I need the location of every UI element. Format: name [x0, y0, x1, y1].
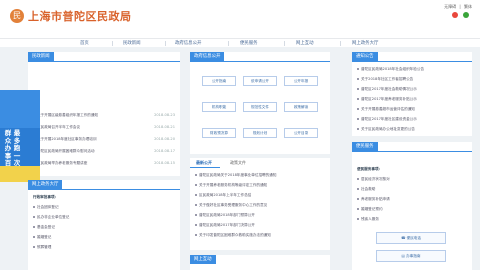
tab-policy[interactable]: 政策文件 [230, 160, 246, 166]
list-item[interactable]: 普陀区民政局2018年社会组织年检公告 [357, 66, 467, 72]
news-panel: 民政新闻 关于开展区级慈善组织年报工作的通知 2018-08-23 区民政局召开半… [28, 52, 180, 176]
latest-panel: 最新公开 政策文件 普陀区民政局关于2018年度事业单位招聘的通知 关于开展养老… [190, 158, 330, 250]
list-item[interactable]: 关于做好社区事务受理服务中心工作的意见 [195, 202, 325, 208]
online-hall-panel: 网上政务大厅 行政审批事项： 社会团体登记 民办非企业单位登记 基金会登记 婚姻… [28, 180, 180, 270]
site-header: 民 上海市普陀区民政局 无障碍 | 繁体 [0, 0, 480, 38]
services-label: 便民服务事项： [357, 167, 383, 171]
list-item[interactable]: 关于开展养老服务机构等级评定工作的通知 [195, 182, 325, 188]
site-title[interactable]: 上海市普陀区民政局 [28, 8, 132, 24]
tab-latest[interactable]: 最新公开 [196, 160, 212, 166]
list-item[interactable]: 普陀区民政局2018年部门预算公开 [195, 212, 325, 218]
list-item[interactable]: 关于区民政局办公地址变更的公告 [357, 126, 467, 132]
open-info-tab[interactable]: 政府信息公开 [190, 52, 225, 61]
list-item[interactable]: 民办非企业单位登记 [33, 214, 175, 220]
float-banner[interactable]: 群众办事百项 最多跑一次行动 [0, 90, 40, 182]
list-item[interactable]: 普陀区2017年度养老服务补贴公示 [357, 96, 467, 102]
guide-button[interactable]: ▤ 办事指南 [376, 250, 446, 262]
list-item[interactable]: 婚姻登记预约 [357, 206, 467, 212]
top-link-separator: | [459, 4, 461, 9]
list-item[interactable]: 殡葬管理 [33, 244, 175, 250]
notices-panel: 通知公告 普陀区民政局2018年社会组织年检公告 关于2018年社区工作者招聘公… [352, 52, 472, 136]
open-info-button[interactable]: 公开指南 [202, 76, 236, 86]
open-info-button[interactable]: 规划计划 [243, 128, 277, 138]
nav-interaction[interactable]: 网上互动 [296, 40, 314, 46]
open-info-button[interactable]: 公开年报 [284, 76, 318, 86]
hall-label: 行政审批事项： [33, 195, 59, 199]
list-item[interactable]: 区民政局举办养老服务专题讲座 2018-08-15 [33, 160, 175, 166]
nav-online-hall[interactable]: 网上政务大厅 [352, 40, 378, 46]
list-item[interactable]: 关于2018年社区工作者招聘公告 [357, 76, 467, 82]
services-panel: 便民服务 便民服务事项： 居民经济状况核对 社会救助 养老服务补贴申请 婚姻登记… [352, 142, 472, 270]
online-hall-tab[interactable]: 网上政务大厅 [28, 180, 63, 189]
list-item[interactable]: 关于开展2018年度社区事务办理培训 2018-08-20 [33, 136, 175, 142]
list-item[interactable]: 普陀区2017年度社区建设资金公示 [357, 116, 467, 122]
wechat-icon[interactable] [463, 12, 469, 18]
list-item[interactable]: 居民经济状况核对 [357, 176, 467, 182]
nav-news[interactable]: 民政新闻 [123, 40, 141, 46]
hotline-button[interactable]: ☎ 便民电话 [376, 232, 446, 244]
open-info-button[interactable]: 机构职能 [202, 102, 236, 112]
list-item[interactable]: 普陀区民政局关于2018年度事业单位招聘的通知 [195, 172, 325, 178]
open-info-button[interactable]: 规范性文件 [243, 102, 277, 112]
list-item[interactable]: 区民政局召开半年工作会议 2018-08-21 [33, 124, 175, 130]
list-item[interactable]: 婚姻登记 [33, 234, 175, 240]
accessibility-link[interactable]: 无障碍 [444, 4, 456, 9]
list-item[interactable]: 普陀区民政局开展困难群众慰问活动 2018-08-17 [33, 148, 175, 154]
nav-services[interactable]: 便民服务 [240, 40, 258, 46]
open-info-button[interactable]: 财政预决算 [202, 128, 236, 138]
list-item[interactable]: 关于开展慈善超市运营评估的通知 [357, 106, 467, 112]
list-item[interactable]: 区民政局2018年上半年工作总结 [195, 192, 325, 198]
list-item[interactable]: 社会团体登记 [33, 204, 175, 210]
list-item[interactable]: 普陀区民政局2017年部门决算公开 [195, 222, 325, 228]
main-nav: 首页 民政新闻 政府信息公开 便民服务 网上互动 网上政务大厅 [0, 38, 480, 47]
open-info-panel: 政府信息公开 公开指南 依申请公开 公开年报 机构职能 规范性文件 政策解读 财… [190, 52, 330, 154]
open-info-button[interactable]: 政策解读 [284, 102, 318, 112]
nav-home[interactable]: 首页 [80, 40, 89, 46]
online-tab[interactable]: 网上互动 [190, 255, 216, 264]
open-info-button[interactable]: 依申请公开 [243, 76, 277, 86]
weibo-icon[interactable] [452, 12, 458, 18]
list-item[interactable]: 养老服务补贴申请 [357, 196, 467, 202]
traditional-link[interactable]: 繁体 [464, 4, 472, 9]
list-item[interactable]: 残疾人服务 [357, 216, 467, 222]
list-item[interactable]: 社会救助 [357, 186, 467, 192]
list-item[interactable]: 关于开展区级慈善组织年报工作的通知 2018-08-23 [33, 112, 175, 118]
top-links: 无障碍 | 繁体 [442, 4, 472, 10]
list-item[interactable]: 普陀区2017年度社会救助情况公示 [357, 86, 467, 92]
services-tab[interactable]: 便民服务 [352, 142, 378, 151]
nav-open-info[interactable]: 政府信息公开 [175, 40, 201, 46]
online-panel: 网上互动 [190, 255, 330, 270]
open-info-button[interactable]: 公开目录 [284, 128, 318, 138]
logo-emblem-icon: 民 [10, 9, 24, 23]
list-item[interactable]: 关于印发普陀区困难群众救助实施办法的通知 [195, 232, 325, 238]
news-tab[interactable]: 民政新闻 [28, 52, 54, 61]
notices-tab[interactable]: 通知公告 [352, 52, 378, 61]
list-item[interactable]: 基金会登记 [33, 224, 175, 230]
